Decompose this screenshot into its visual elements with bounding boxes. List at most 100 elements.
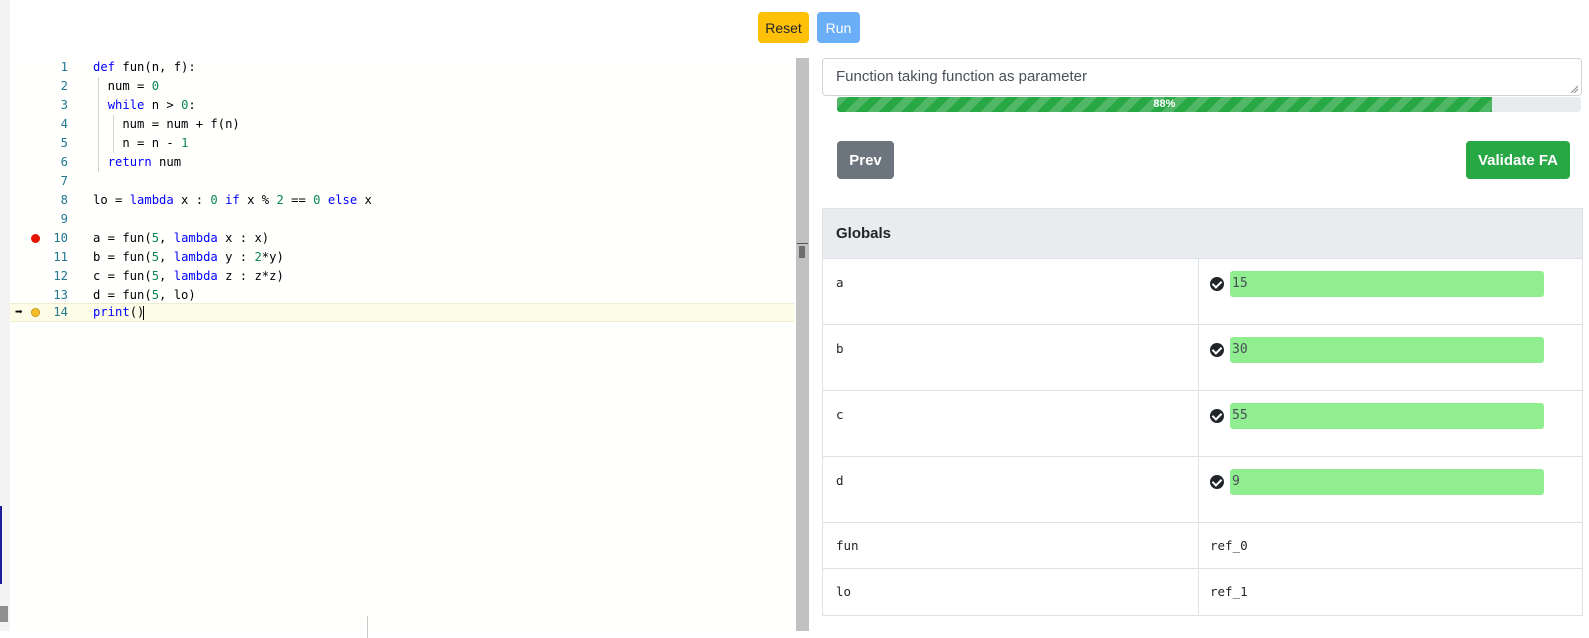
code-line[interactable]: 1 def fun(n, f): xyxy=(10,58,794,77)
check-circle-icon xyxy=(1210,475,1224,489)
global-value-input[interactable]: 15 xyxy=(1230,271,1544,297)
code-token: lambda xyxy=(173,250,218,264)
exercise-title: Function taking function as parameter xyxy=(836,68,1087,85)
code-token: 5 xyxy=(151,269,160,283)
code-token: 2 xyxy=(254,250,262,264)
text-caret xyxy=(143,305,145,320)
global-row: c 55 xyxy=(823,391,1582,457)
line-number[interactable]: 5 xyxy=(43,134,68,153)
global-name: lo xyxy=(836,584,852,599)
global-name: d xyxy=(836,473,844,488)
code-token: lambda xyxy=(173,269,218,283)
code-line[interactable]: 6 return num xyxy=(10,153,794,172)
code-token: 5 xyxy=(151,231,160,245)
column-divider xyxy=(1198,523,1199,568)
line-number[interactable]: 3 xyxy=(43,96,68,115)
check-circle-icon xyxy=(1210,343,1224,357)
code-token: lo = xyxy=(93,193,130,207)
line-number[interactable]: 9 xyxy=(43,210,68,229)
code-editor[interactable]: 1 def fun(n, f): 2 num = 0 3 while n > 0… xyxy=(10,58,794,638)
code-token: num = xyxy=(93,79,152,93)
code-line[interactable]: 7 xyxy=(10,172,794,191)
global-value: ref_1 xyxy=(1210,584,1248,599)
code-token: == xyxy=(283,193,314,207)
code-token: d = fun( xyxy=(93,288,152,302)
code-token: , xyxy=(159,269,174,283)
line-number[interactable]: 11 xyxy=(43,248,68,267)
code-token: x xyxy=(357,193,372,207)
check-circle-icon xyxy=(1210,409,1224,423)
line-number[interactable]: 12 xyxy=(43,267,68,286)
code-token: 1 xyxy=(181,136,189,150)
globals-table: Globals a 15 b 30 c 55 d 9 fun ref_0 lo … xyxy=(822,208,1583,616)
line-number[interactable]: 2 xyxy=(43,77,68,96)
global-name: fun xyxy=(836,538,859,553)
code-token: def xyxy=(93,60,116,74)
line-number[interactable]: 8 xyxy=(43,191,68,210)
code-token: fun(n, f): xyxy=(115,60,196,74)
code-token: n > xyxy=(144,98,182,112)
code-token: : xyxy=(188,98,196,112)
left-gutter-strip xyxy=(0,0,10,631)
code-token: b = fun( xyxy=(93,250,152,264)
splitter-handle[interactable] xyxy=(799,246,805,258)
exercise-title-field[interactable]: Function taking function as parameter xyxy=(822,58,1582,96)
validate-button[interactable]: Validate FA xyxy=(1466,141,1570,179)
line-number[interactable]: 6 xyxy=(43,153,68,172)
code-line[interactable]: 2 num = 0 xyxy=(10,77,794,96)
code-token: x : xyxy=(173,193,211,207)
code-token: lambda xyxy=(129,193,174,207)
column-divider xyxy=(1198,391,1199,456)
left-edge-marker xyxy=(0,506,2,584)
code-line[interactable]: 11 b = fun(5, lambda y : 2*y) xyxy=(10,248,794,267)
code-line[interactable]: 8 lo = lambda x : 0 if x % 2 == 0 else x xyxy=(10,191,794,210)
pane-splitter[interactable] xyxy=(796,58,809,631)
code-token: x : x) xyxy=(217,231,270,245)
code-token: 0 xyxy=(210,193,218,207)
code-line[interactable]: 9 xyxy=(10,210,794,229)
code-line[interactable]: 12 c = fun(5, lambda z : z*z) xyxy=(10,267,794,286)
code-token: while xyxy=(107,98,145,112)
line-number[interactable]: 4 xyxy=(43,115,68,134)
run-button[interactable]: Run xyxy=(817,12,860,43)
code-token: z : z*z) xyxy=(217,269,284,283)
breakpoint-icon[interactable] xyxy=(31,234,40,243)
code-token: , lo) xyxy=(159,288,196,302)
code-token: num = num + f(n) xyxy=(93,117,240,131)
code-token: n = n - xyxy=(93,136,182,150)
check-circle-icon xyxy=(1210,277,1224,291)
global-value-input[interactable]: 55 xyxy=(1230,403,1544,429)
global-row: a 15 xyxy=(823,259,1582,325)
globals-header: Globals xyxy=(823,209,1582,259)
global-row: d 9 xyxy=(823,457,1582,523)
column-divider xyxy=(1198,325,1199,390)
code-token: 2 xyxy=(276,193,284,207)
current-code-line[interactable]: ➡ 14 print() xyxy=(10,303,794,322)
code-token: lambda xyxy=(173,231,218,245)
code-line[interactable]: 4 num = num + f(n) xyxy=(10,115,794,134)
code-line[interactable]: 10 a = fun(5, lambda x : x) xyxy=(10,229,794,248)
line-number[interactable]: 7 xyxy=(43,172,68,191)
global-value-input[interactable]: 9 xyxy=(1230,469,1544,495)
global-name: c xyxy=(836,407,844,422)
code-line[interactable]: 5 n = n - 1 xyxy=(10,134,794,153)
code-token: 0 xyxy=(151,79,160,93)
code-token: x % xyxy=(239,193,277,207)
code-token: c = fun( xyxy=(93,269,152,283)
prev-button[interactable]: Prev xyxy=(837,141,894,179)
column-divider xyxy=(1198,457,1199,522)
code-token: 5 xyxy=(151,250,160,264)
reset-button[interactable]: Reset xyxy=(758,12,809,43)
line-number[interactable]: 10 xyxy=(43,229,68,248)
resize-grip-icon[interactable] xyxy=(1570,85,1578,93)
global-value-input[interactable]: 30 xyxy=(1230,337,1544,363)
splitter-notch xyxy=(797,243,808,244)
code-line[interactable]: 3 while n > 0: xyxy=(10,96,794,115)
left-edge-scroll-marker xyxy=(0,606,8,622)
line-number[interactable]: 14 xyxy=(43,304,68,321)
line-number[interactable]: 1 xyxy=(43,58,68,77)
current-line-marker-icon[interactable] xyxy=(31,308,40,317)
code-token: num xyxy=(151,155,182,169)
